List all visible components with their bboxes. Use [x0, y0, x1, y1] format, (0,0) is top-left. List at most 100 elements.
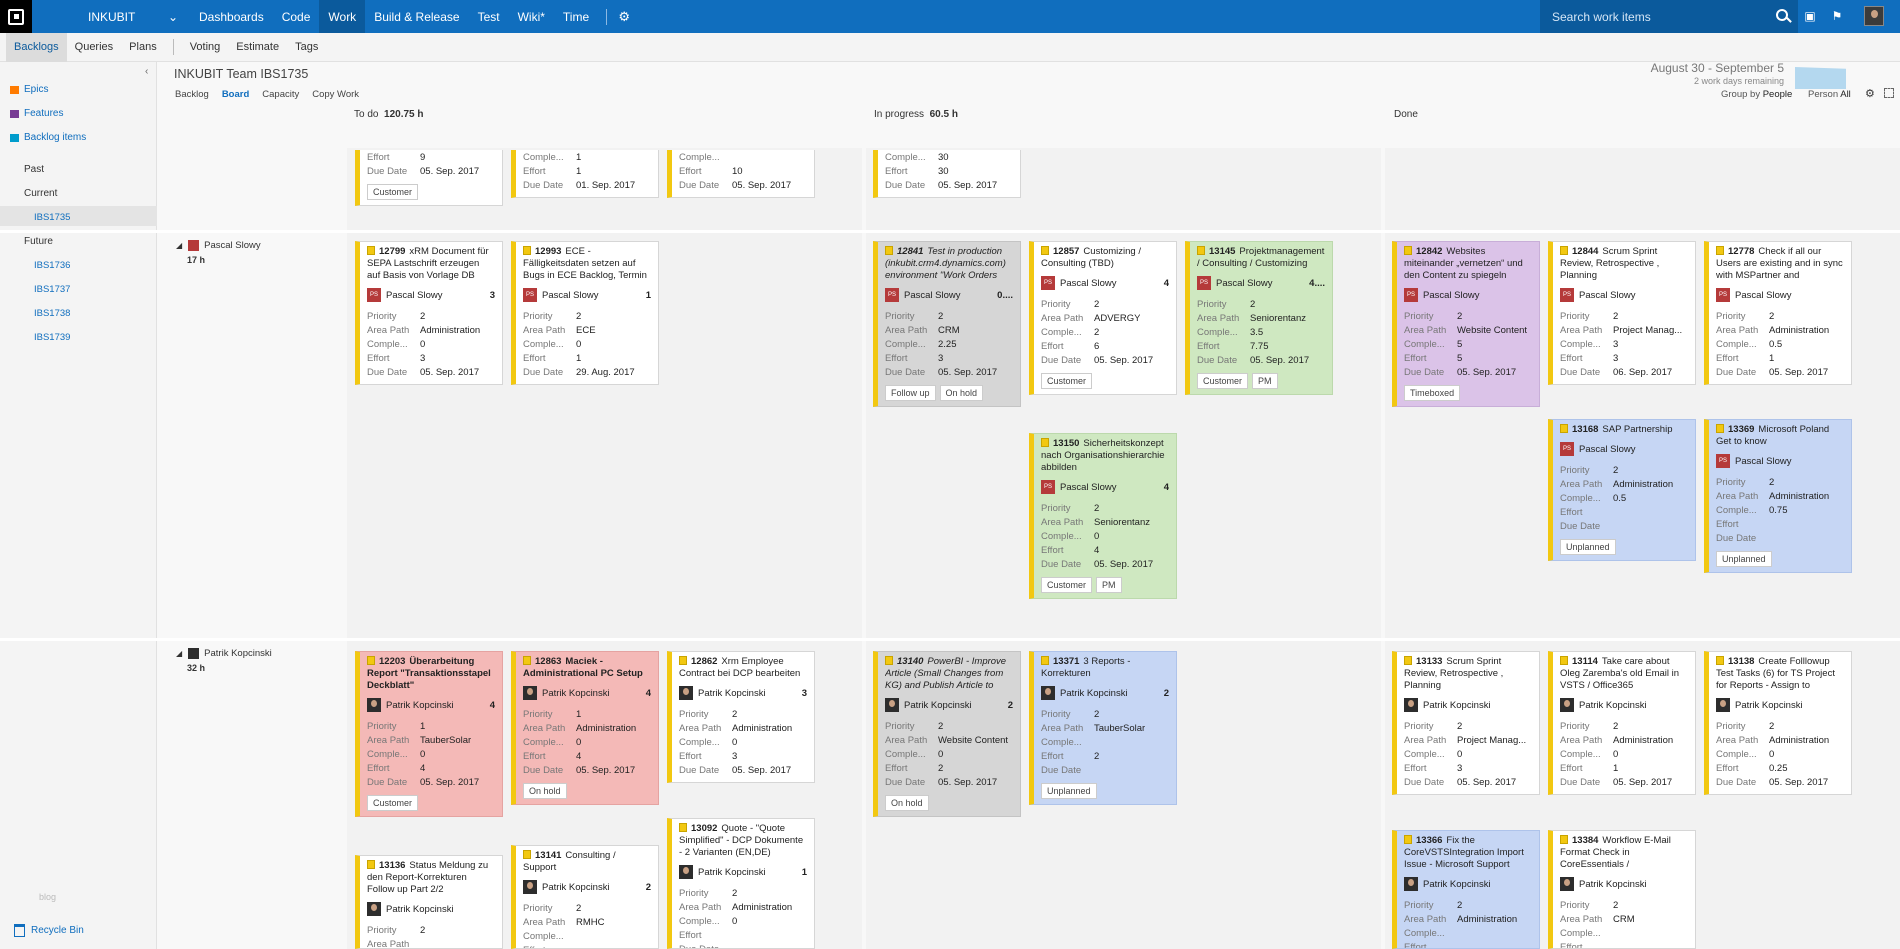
field-value[interactable]: 0.75 [1769, 505, 1788, 516]
field-value[interactable]: 1 [576, 353, 581, 364]
card-title[interactable]: 13136 Status Meldung zu den Report-Korrek… [367, 860, 495, 896]
field-value[interactable]: 5 [1457, 339, 1462, 350]
nav-code[interactable]: Code [273, 0, 320, 33]
card-title[interactable]: 13150 Sicherheitskonzept nach Organisatio… [1041, 438, 1169, 474]
field-value[interactable]: 4 [576, 751, 581, 762]
field-value[interactable]: RMHC [576, 917, 605, 928]
field-value[interactable]: 0 [576, 737, 581, 748]
field-value[interactable]: 2 [938, 311, 943, 322]
assigned-to[interactable]: Patrik Kopcinski 2 [1041, 685, 1169, 701]
project-selector[interactable]: INKUBIT ⌄ [32, 0, 190, 33]
field-value[interactable]: 3 [732, 751, 737, 762]
field-value[interactable]: 1 [1613, 763, 1618, 774]
swimlane-patrik-kopcinski[interactable]: ◢ Patrik Kopcinski 32 h [176, 648, 272, 673]
work-item-card[interactable]: 13150 Sicherheitskonzept nach Organisatio… [1029, 433, 1177, 599]
field-value[interactable]: 2 [1613, 465, 1618, 476]
work-item-card[interactable]: 12203 Überarbeitung Report "Transaktionss… [355, 651, 503, 817]
field-value[interactable]: 05. Sep. 2017 [938, 180, 997, 191]
card-title[interactable]: 13141 Consulting / Support [523, 850, 651, 874]
assigned-to[interactable]: Patrik Kopcinski 4 [367, 697, 495, 713]
work-item-card[interactable]: 12857 Customizing / Consulting (TBD) PS Pas… [1029, 241, 1177, 395]
field-value[interactable]: 05. Sep. 2017 [732, 180, 791, 191]
work-item-card[interactable]: 12842 Websites miteinander „vernetzen“ un… [1392, 241, 1540, 407]
field-value[interactable]: ECE [576, 325, 596, 336]
remaining-work[interactable]: 2 [646, 882, 651, 893]
marketplace-bag-icon[interactable]: ▣ [1803, 9, 1817, 23]
assigned-to[interactable]: Patrik Kopcinski 1 [679, 864, 807, 880]
remaining-work[interactable]: 0.... [997, 290, 1013, 301]
tag-chip[interactable]: On hold [885, 795, 929, 811]
remaining-work[interactable]: 2 [1164, 688, 1169, 699]
pivot-backlog[interactable]: Backlog [175, 89, 209, 100]
tag-chip[interactable]: Unplanned [1560, 539, 1616, 555]
pivot-copy-work[interactable]: Copy Work [312, 89, 359, 100]
field-value[interactable]: 2.25 [938, 339, 957, 350]
field-value[interactable]: 3.5 [1250, 327, 1263, 338]
field-value[interactable]: 0.5 [1613, 493, 1626, 504]
field-value[interactable]: 1 [576, 166, 581, 177]
work-item-card[interactable]: 12799 xRM Document für SEPA Lastschrift e… [355, 241, 503, 385]
field-value[interactable]: 1 [576, 709, 581, 720]
work-item-card[interactable]: 12863 Maciek - Administrational PC Setup P… [511, 651, 659, 805]
burndown-mini-chart[interactable] [1795, 67, 1846, 89]
card-title[interactable]: 13366 Fix the CoreVSTSIntegration Import … [1404, 835, 1532, 871]
field-value[interactable]: 3 [1613, 339, 1618, 350]
field-value[interactable]: Website Content [938, 735, 1008, 746]
field-value[interactable]: Project Manag... [1457, 735, 1526, 746]
work-item-card[interactable]: Effort 9 Due Date 05. Sep. 2017 Customer [355, 150, 503, 206]
remaining-work[interactable]: 3 [490, 290, 495, 301]
sidebar-item-backlog-items[interactable]: Backlog items [10, 132, 86, 143]
field-value[interactable]: 1 [1769, 353, 1774, 364]
assigned-to[interactable]: Patrik Kopcinski [1716, 697, 1844, 713]
sidebar-item-epics[interactable]: Epics [10, 84, 48, 95]
assigned-to[interactable]: PS Pascal Slowy [1560, 441, 1688, 457]
assigned-to[interactable]: PS Pascal Slowy [1404, 287, 1532, 303]
assigned-to[interactable]: Patrik Kopcinski 3 [679, 685, 807, 701]
card-title[interactable]: 12778 Check if all our Users are existing… [1716, 246, 1844, 282]
card-title[interactable]: 13168 SAP Partnership [1560, 424, 1688, 436]
work-item-card[interactable]: Comple... Effort 10 Due Date 05. Sep. 2017 [667, 150, 815, 198]
field-value[interactable]: 6 [1094, 341, 1099, 352]
notifications-flag-icon[interactable]: ⚑ [1830, 9, 1844, 23]
work-item-card[interactable]: 13145 Projektmanagement / Consulting / Cu… [1185, 241, 1333, 395]
card-title[interactable]: 12857 Customizing / Consulting (TBD) [1041, 246, 1169, 270]
collapse-triangle-icon[interactable]: ◢ [176, 649, 182, 658]
tag-chip[interactable]: Customer [367, 184, 419, 200]
work-item-card[interactable]: 13384 Workflow E-Mail Format Check in Cor… [1548, 830, 1696, 949]
field-value[interactable]: ADVERGY [1094, 313, 1140, 324]
field-value[interactable]: 2 [938, 721, 943, 732]
work-item-card[interactable]: 13136 Status Meldung zu den Report-Korrek… [355, 855, 503, 949]
field-value[interactable]: 05. Sep. 2017 [1094, 559, 1153, 570]
field-value[interactable]: Seniorentanz [1250, 313, 1306, 324]
work-item-card[interactable]: 13369 Microsoft Poland Get to know PS Pasca… [1704, 419, 1852, 573]
sidebar-iteration[interactable]: IBS1738 [34, 308, 70, 319]
card-title[interactable]: 13138 Create Folllowup Test Tasks (6) for… [1716, 656, 1844, 692]
tab-queries[interactable]: Queries [67, 33, 122, 62]
field-value[interactable]: 0 [420, 749, 425, 760]
work-item-card[interactable]: 13138 Create Folllowup Test Tasks (6) for… [1704, 651, 1852, 795]
field-value[interactable]: 05. Sep. 2017 [576, 765, 635, 776]
field-value[interactable]: 2 [1613, 311, 1618, 322]
card-title[interactable]: 13140 PowerBI - Improve Article (Small Ch… [885, 656, 1013, 692]
sidebar-iteration-current[interactable]: IBS1735 [34, 212, 70, 223]
field-value[interactable]: 0 [1457, 749, 1462, 760]
remaining-work[interactable]: 4 [490, 700, 495, 711]
pivot-capacity[interactable]: Capacity [262, 89, 299, 100]
nav-time[interactable]: Time [554, 0, 598, 33]
field-value[interactable]: 9 [420, 152, 425, 163]
field-value[interactable]: Seniorentanz [1094, 517, 1150, 528]
nav-wiki[interactable]: Wiki* [509, 0, 554, 33]
search-work-items-input[interactable]: Search work items [1540, 0, 1798, 33]
card-title[interactable]: 13384 Workflow E-Mail Format Check in Cor… [1560, 835, 1688, 871]
field-value[interactable]: Website Content [1457, 325, 1527, 336]
field-value[interactable]: 0 [938, 749, 943, 760]
remaining-work[interactable]: 4 [1164, 278, 1169, 289]
work-item-card[interactable]: 13140 PowerBI - Improve Article (Small Ch… [873, 651, 1021, 817]
field-value[interactable]: Administration [1613, 479, 1673, 490]
field-value[interactable]: 2 [1769, 477, 1774, 488]
assigned-to[interactable]: Patrik Kopcinski 2 [885, 697, 1013, 713]
field-value[interactable]: Administration [732, 902, 792, 913]
assigned-to[interactable]: Patrik Kopcinski [1404, 697, 1532, 713]
collapse-triangle-icon[interactable]: ◢ [176, 241, 182, 250]
group-by-selector[interactable]: Group by People [1721, 89, 1792, 100]
